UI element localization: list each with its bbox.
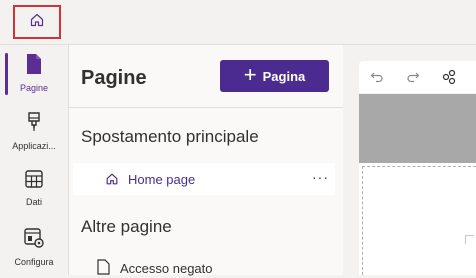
main-nav-heading: Spostamento principale: [81, 127, 259, 146]
rail-item-configure[interactable]: Configura: [0, 219, 68, 277]
table-icon: [24, 169, 44, 194]
left-rail: Pagine Applicazi... Dati Configura: [0, 45, 68, 275]
plus-icon: +: [243, 62, 257, 87]
rail-item-app[interactable]: Applicazi...: [0, 103, 68, 161]
page-icon: [24, 53, 44, 80]
rail-item-label: Dati: [25, 197, 42, 207]
canvas-toolbar: [359, 61, 476, 93]
top-bar: [0, 0, 476, 45]
rail-item-label: Configura: [14, 257, 54, 267]
preview-body: [362, 166, 476, 275]
home-icon: [105, 172, 119, 186]
settings-page-icon: [23, 227, 45, 254]
page-outline-icon: [97, 259, 110, 278]
rail-item-pages[interactable]: Pagine: [0, 45, 68, 103]
canvas-area: [343, 45, 476, 275]
pages-panel: Pagine + Pagina Spostamento principale H…: [68, 45, 344, 278]
nav-item-home-page[interactable]: Home page ···: [73, 163, 335, 195]
nav-item-label: Home page: [128, 171, 196, 187]
divider: [69, 107, 343, 108]
list-item-access-denied[interactable]: Accesso negato: [97, 259, 213, 278]
more-options-button[interactable]: ···: [312, 169, 329, 185]
rail-item-label: Pagine: [19, 83, 49, 93]
preview-header: [359, 94, 476, 163]
resize-handle[interactable]: [465, 235, 474, 244]
page-title: Pagine: [81, 67, 147, 89]
list-item-label: Accesso negato: [120, 261, 213, 276]
rail-item-data[interactable]: Dati: [0, 161, 68, 219]
add-page-label: Pagina: [262, 68, 306, 84]
brush-icon: [24, 111, 44, 138]
add-page-button[interactable]: + Pagina: [220, 60, 329, 92]
redo-icon[interactable]: [395, 70, 431, 84]
rail-item-label: Applicazi...: [12, 141, 56, 151]
connections-icon[interactable]: [431, 69, 467, 85]
other-pages-heading: Altre pagine: [81, 217, 172, 236]
home-button[interactable]: [13, 5, 61, 39]
undo-icon[interactable]: [359, 70, 395, 84]
page-preview[interactable]: [359, 94, 476, 275]
home-icon: [29, 12, 45, 33]
